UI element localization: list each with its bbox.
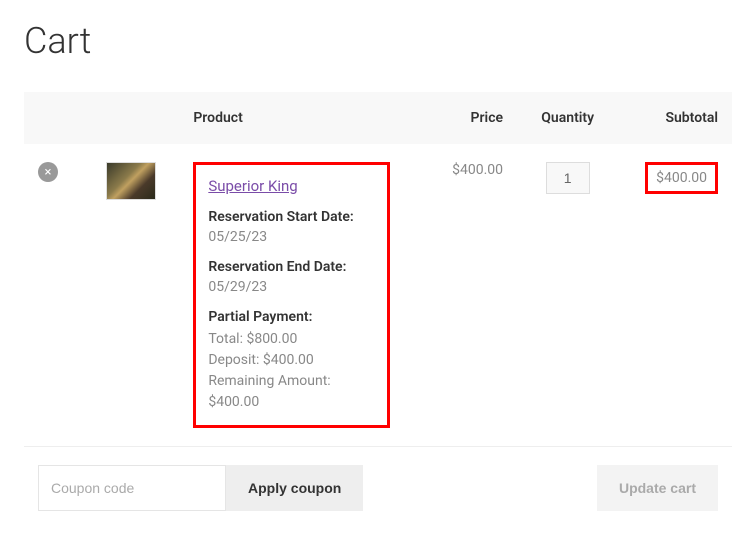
partial-payment-label: Partial Payment:: [208, 309, 375, 325]
header-price: Price: [404, 92, 517, 144]
actions-row: Apply coupon Update cart: [24, 447, 732, 530]
header-product: Product: [179, 92, 404, 144]
reservation-start-label: Reservation Start Date:: [208, 209, 375, 225]
item-price: $400.00: [404, 144, 517, 447]
reservation-start-value: 05/25/23: [208, 229, 375, 245]
item-subtotal: $400.00: [645, 162, 718, 194]
header-quantity: Quantity: [517, 92, 618, 144]
header-subtotal: Subtotal: [618, 92, 732, 144]
partial-remaining: Remaining Amount: $400.00: [208, 371, 375, 413]
page-title: Cart: [24, 20, 732, 62]
product-thumbnail[interactable]: [106, 162, 156, 200]
table-header-row: Product Price Quantity Subtotal: [24, 92, 732, 144]
cart-table: Product Price Quantity Subtotal × Superi…: [24, 92, 732, 529]
coupon-code-input[interactable]: [38, 465, 226, 511]
coupon-section: Apply coupon: [38, 465, 363, 511]
apply-coupon-button[interactable]: Apply coupon: [226, 465, 363, 511]
reservation-end-label: Reservation End Date:: [208, 259, 375, 275]
remove-item-button[interactable]: ×: [38, 162, 58, 182]
reservation-end-value: 05/29/23: [208, 279, 375, 295]
product-name-link[interactable]: Superior King: [208, 177, 297, 195]
partial-deposit: Deposit: $400.00: [208, 350, 375, 371]
partial-total: Total: $800.00: [208, 329, 375, 350]
table-row: × Superior King Reservation Start Date: …: [24, 144, 732, 447]
update-cart-button[interactable]: Update cart: [597, 465, 718, 511]
product-details-box: Superior King Reservation Start Date: 05…: [193, 162, 390, 428]
quantity-input[interactable]: [546, 162, 590, 194]
partial-payment-lines: Total: $800.00 Deposit: $400.00 Remainin…: [208, 329, 375, 413]
